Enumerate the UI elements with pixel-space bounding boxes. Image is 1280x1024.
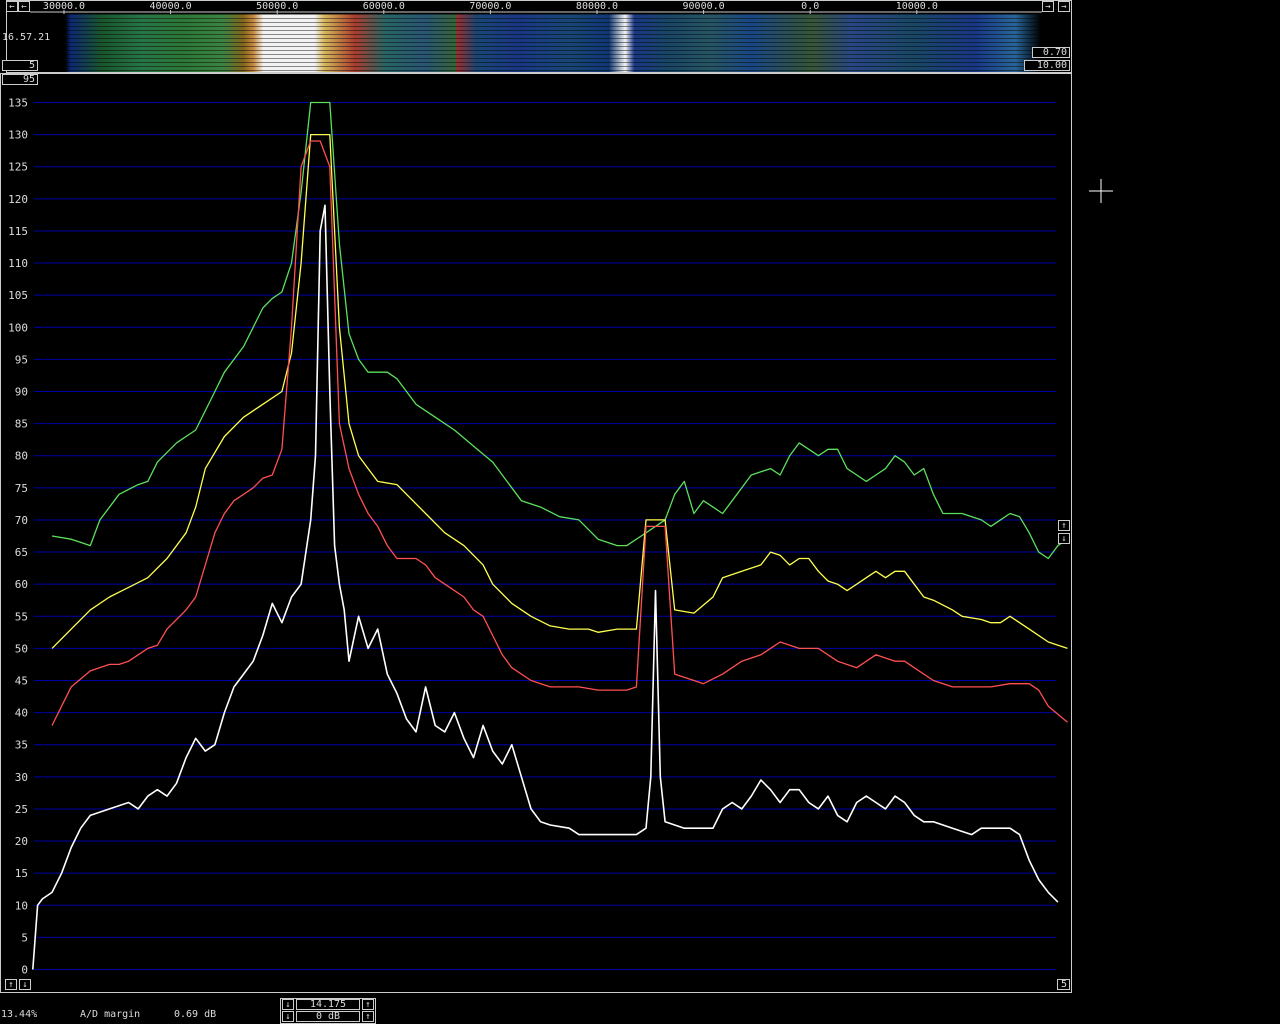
freq-value[interactable]: 14.175 <box>296 999 360 1010</box>
y-tick-label: 45 <box>15 675 28 688</box>
spectrum-bottom-down-button[interactable]: ↓ <box>19 979 31 990</box>
ad-margin-label: A/D margin <box>80 1009 141 1020</box>
y-tick-label: 65 <box>15 546 28 559</box>
y-tick-label: 95 <box>15 353 28 366</box>
spectrum-right-value[interactable]: 5 <box>1057 979 1070 990</box>
y-tick-label: 20 <box>15 835 28 848</box>
spectrum-scroll-up-button[interactable]: ↑ <box>1058 520 1070 531</box>
spectrum-chart: 0 5 10 15 20 25 30 35 40 45 50 55 60 65 70 75 80 85 90 95 10… <box>8 97 1068 977</box>
gain-down-button[interactable]: ↓ <box>282 1011 294 1022</box>
spectrum-trace-green <box>51 101 1068 560</box>
y-tick-label: 75 <box>15 482 28 495</box>
y-tick-label: 25 <box>15 803 28 816</box>
y-tick-label: 70 <box>15 514 28 527</box>
y-tick-label: 55 <box>15 610 28 623</box>
y-tick-label: 125 <box>8 161 28 174</box>
y-tick-label: 100 <box>8 321 28 334</box>
y-tick-label: 105 <box>8 289 28 302</box>
spectrum-trace-red <box>51 140 1068 726</box>
y-tick-label: 10 <box>15 899 28 912</box>
y-tick-label: 135 <box>8 97 28 110</box>
spectrum-bottom-up-button[interactable]: ↑ <box>5 979 17 990</box>
cpu-load: 13.44% <box>1 1009 38 1020</box>
freq-down-button[interactable]: ↓ <box>282 999 294 1010</box>
y-tick-label: 30 <box>15 771 28 784</box>
gain-value[interactable]: 0 dB <box>296 1011 360 1022</box>
crosshair-cursor <box>1089 179 1113 203</box>
ad-margin-value: 0.69 dB <box>174 1009 217 1020</box>
y-tick-label: 15 <box>15 867 28 880</box>
y-tick-label: 90 <box>15 386 28 399</box>
y-tick-label: 60 <box>15 578 28 591</box>
gain-up-button[interactable]: ↑ <box>362 1011 374 1022</box>
y-tick-label: 130 <box>8 129 28 142</box>
freq-up-button[interactable]: ↑ <box>362 999 374 1010</box>
y-tick-label: 5 <box>21 931 28 944</box>
y-tick-label: 40 <box>15 707 28 720</box>
y-tick-label: 0 <box>21 964 28 977</box>
y-tick-label: 110 <box>8 257 28 270</box>
y-tick-label: 35 <box>15 739 28 752</box>
y-tick-label: 50 <box>15 642 28 655</box>
y-tick-label: 120 <box>8 193 28 206</box>
y-tick-label: 115 <box>8 225 28 238</box>
spectrum-scroll-down-button[interactable]: ↓ <box>1058 533 1070 544</box>
y-tick-label: 80 <box>15 450 28 463</box>
spectrum-trace-white <box>32 204 1059 970</box>
y-tick-label: 85 <box>15 418 28 431</box>
